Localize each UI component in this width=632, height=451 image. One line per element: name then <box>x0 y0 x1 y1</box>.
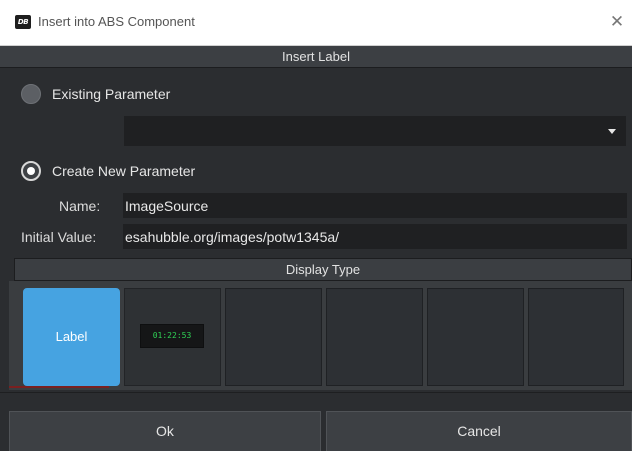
section-title: Insert Label <box>0 46 632 68</box>
title-bar: DB Insert into ABS Component ✕ <box>0 0 632 46</box>
clock-text: 01:22:53 <box>152 331 192 340</box>
create-new-parameter-radio[interactable]: Create New Parameter <box>21 160 195 182</box>
chevron-down-icon <box>608 129 616 134</box>
create-new-parameter-label: Create New Parameter <box>52 163 196 179</box>
tile-empty-3[interactable] <box>225 288 322 386</box>
radio-unchecked-icon[interactable] <box>21 84 41 104</box>
display-type-tiles: Label 01:22:53 <box>9 281 632 390</box>
initial-value-input[interactable] <box>123 224 627 249</box>
cancel-button[interactable]: Cancel <box>326 411 632 451</box>
initial-value-label: Initial Value: <box>21 229 97 245</box>
ok-button[interactable]: Ok <box>9 411 321 451</box>
tile-label[interactable]: Label <box>23 288 120 386</box>
dialog-footer: Ok Cancel <box>0 392 632 451</box>
radio-checked-icon[interactable] <box>21 161 41 181</box>
clock-display: 01:22:53 <box>140 324 204 348</box>
display-type-title: Display Type <box>14 258 632 281</box>
tile-empty-5[interactable] <box>427 288 524 386</box>
name-label: Name: <box>59 198 101 214</box>
tile-clock[interactable]: 01:22:53 <box>124 288 221 386</box>
app-icon: DB <box>15 15 31 29</box>
selection-underline <box>9 386 109 388</box>
dialog-body: Insert Label Existing Parameter Create N… <box>0 46 632 451</box>
close-icon[interactable]: ✕ <box>606 11 628 33</box>
existing-parameter-dropdown[interactable] <box>124 116 626 146</box>
name-input[interactable] <box>123 193 627 218</box>
tile-empty-4[interactable] <box>326 288 423 386</box>
window-title: Insert into ABS Component <box>38 14 195 29</box>
tile-empty-6[interactable] <box>528 288 624 386</box>
existing-parameter-radio[interactable]: Existing Parameter <box>21 83 170 105</box>
existing-parameter-label: Existing Parameter <box>52 86 171 102</box>
tile-label-text: Label <box>55 329 88 344</box>
